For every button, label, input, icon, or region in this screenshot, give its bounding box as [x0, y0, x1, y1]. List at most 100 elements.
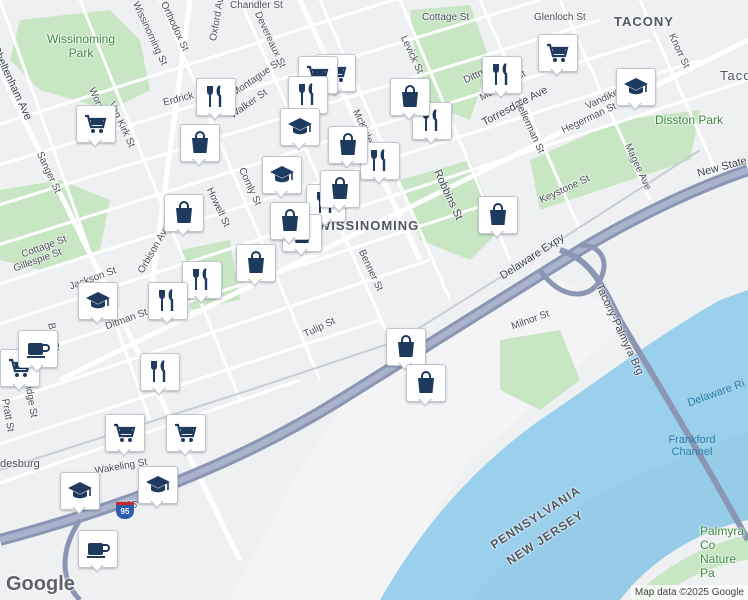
map-pin-grocery[interactable] [166, 414, 206, 458]
map-pin-tip [90, 316, 104, 325]
shopping-bag-icon [418, 371, 434, 393]
graduation-cap-icon [288, 118, 312, 135]
map-pin-tip [194, 295, 208, 304]
map-pin-tip [274, 190, 288, 199]
map-pin-body [386, 328, 426, 366]
map-pin-body [164, 194, 204, 232]
area-label-palmyra-cove: Palmyra Co Nature Pa [700, 524, 745, 580]
map-pin-restaurant[interactable] [148, 282, 188, 326]
map-pin-body [478, 196, 518, 234]
map-pin-body [390, 78, 430, 116]
map-pin-tip [402, 112, 416, 121]
map-pin-tip [178, 448, 192, 457]
map-pin-body [270, 202, 310, 240]
map-pin-body [166, 414, 206, 452]
map-pin-tip [248, 278, 262, 287]
map-pin-body [482, 56, 522, 94]
map-pin-cafe[interactable] [18, 330, 58, 374]
map-pin-restaurant[interactable] [140, 353, 180, 397]
map-pin-restaurant[interactable] [482, 56, 522, 100]
shopping-cart-icon [547, 43, 569, 62]
map-pin-shopping[interactable] [180, 124, 220, 168]
map-pin-shopping[interactable] [390, 78, 430, 122]
map-pin-school[interactable] [616, 68, 656, 112]
map-pin-grocery[interactable] [76, 105, 116, 149]
map-pin-grocery[interactable] [538, 34, 578, 78]
map-pin-tip [294, 248, 308, 257]
map-pin-tip [490, 230, 504, 239]
map-pin-tip [550, 68, 564, 77]
fork-knife-icon [371, 149, 386, 171]
map-pin-school[interactable] [60, 472, 100, 516]
map-pin-school[interactable] [138, 466, 178, 510]
shopping-bag-icon [490, 203, 506, 225]
map-pin-body [262, 156, 302, 194]
fork-knife-icon [207, 85, 222, 107]
shopping-bag-icon [282, 209, 298, 231]
street-label: Glenloch St [534, 12, 586, 23]
map-pin-tip [340, 160, 354, 169]
map-pin-body [138, 466, 178, 504]
map-pin-body [180, 124, 220, 162]
map-pin-cafe[interactable] [78, 530, 118, 574]
fork-knife-icon [159, 289, 174, 311]
map-pin-body [182, 261, 222, 299]
map-attribution: Map data ©2025 Google [630, 585, 748, 600]
map-pin-tip [12, 383, 26, 392]
map-pin-body [406, 364, 446, 402]
graduation-cap-icon [68, 482, 92, 499]
map-pin-tip [90, 564, 104, 573]
map-pin-body [196, 78, 236, 116]
fork-knife-icon [299, 83, 314, 105]
shopping-bag-icon [402, 85, 418, 107]
street-label: Cottage St [422, 12, 470, 23]
shopping-bag-icon [176, 201, 192, 223]
map-pin-body [280, 108, 320, 146]
map-pin-shopping[interactable] [478, 196, 518, 240]
shopping-cart-icon [175, 423, 197, 442]
area-label-frankford-channel: Frankford Channel [668, 434, 716, 458]
interstate-shield: 95 [116, 502, 134, 519]
map-pin-restaurant[interactable] [196, 78, 236, 122]
map-pin-tip [418, 398, 432, 407]
shopping-bag-icon [398, 335, 414, 357]
shopping-bag-icon [248, 251, 264, 273]
area-label-bridesburg: desburg [0, 458, 40, 470]
google-logo: Google [6, 573, 75, 595]
map-pin-shopping[interactable] [320, 170, 360, 214]
graduation-cap-icon [86, 292, 110, 309]
map-pin-tip [372, 176, 386, 185]
map-pin-shopping[interactable] [406, 364, 446, 408]
map-pin-school[interactable] [78, 282, 118, 326]
area-label-tacony-edge: Taco [720, 68, 748, 83]
map-pin-body [148, 282, 188, 320]
map-pin-shopping[interactable] [270, 202, 310, 246]
map-canvas[interactable]: TACONY WISSINOMING Wissinoming Park Diss… [0, 0, 748, 600]
map-pin-tip [117, 448, 131, 457]
fork-knife-icon [151, 360, 166, 382]
map-pin-body [236, 244, 276, 282]
graduation-cap-icon [624, 78, 648, 95]
map-pin-shopping[interactable] [236, 244, 276, 288]
coffee-cup-icon [27, 343, 50, 358]
map-pin-tip [494, 90, 508, 99]
map-pin-school[interactable] [280, 108, 320, 152]
map-pin-tip [152, 387, 166, 396]
map-pin-tip [30, 364, 44, 373]
map-pin-grocery[interactable] [105, 414, 145, 458]
map-pin-tip [424, 136, 438, 145]
area-label-tacony: TACONY [614, 14, 674, 29]
map-pin-body [616, 68, 656, 106]
fork-knife-icon [193, 268, 208, 290]
fork-knife-icon [493, 63, 508, 85]
map-pin-tip [292, 142, 306, 151]
map-pin-school[interactable] [262, 156, 302, 200]
shopping-cart-icon [85, 114, 107, 133]
map-pin-shopping[interactable] [328, 126, 368, 170]
map-pin-tip [192, 158, 206, 167]
map-pin-body [60, 472, 100, 510]
map-pin-shopping[interactable] [164, 194, 204, 238]
shopping-bag-icon [332, 177, 348, 199]
graduation-cap-icon [146, 476, 170, 493]
shopping-cart-icon [114, 423, 136, 442]
